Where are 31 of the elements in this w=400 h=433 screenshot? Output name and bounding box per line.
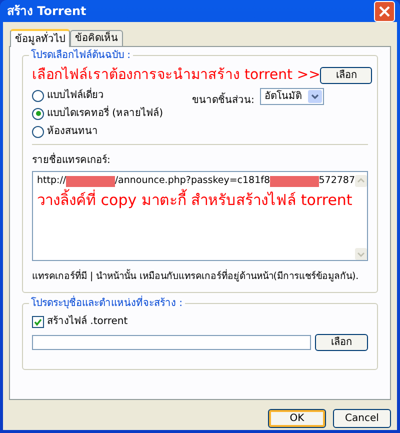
redaction-mark — [270, 176, 319, 186]
annotation-text: เลือกไฟล์เราต้องการจะนำมาสร้าง torrent >> — [32, 66, 320, 84]
browse-button[interactable]: เลือก — [320, 66, 372, 84]
dialog-button[interactable]: OK — [268, 409, 326, 428]
radio-label: ห้องสนทนา — [47, 124, 98, 139]
checkbox-label: สร้างไฟล์ .torrent — [47, 314, 128, 329]
redaction-mark — [66, 176, 115, 186]
tab[interactable]: ข้อคิดเห็น — [70, 30, 123, 46]
close-icon — [379, 6, 390, 16]
field-label: รายชื่อแทรคเกอร์: — [32, 153, 368, 168]
browse-button[interactable]: เลือก — [315, 334, 368, 351]
piece-size-dropdown[interactable]: อัตโนมัติ — [260, 88, 324, 105]
close-button[interactable] — [374, 0, 395, 22]
tracker-url-text: http:// — [37, 175, 66, 188]
dialog-button[interactable]: Cancel — [333, 409, 391, 428]
tracker-url-text: /announce.php?passkey=c181f8 — [114, 175, 270, 188]
radio-label: แบบไดเรคทอรี่ (หลายไฟล์) — [47, 106, 163, 121]
radio-button[interactable] — [32, 126, 44, 138]
radio-button[interactable] — [32, 90, 44, 102]
hint-text: แทรคเกอร์ที่มี | นำหน้านั้น เหมือนกับแทรคเกอร์ที่อยู่ด้านหน้า(มีการแชร์ข้อมูลกัน). — [32, 270, 360, 284]
annotation-text: วางลิ้งค์ที่ copy มาตะกี้ สำหรับสร้างไฟล์ torrent — [37, 191, 354, 209]
field-label: ขนาดชิ้นส่วน: — [192, 93, 254, 108]
tracker-url-text: 572787 — [318, 175, 355, 188]
radio-label: แบบไฟล์เดี่ยว — [47, 88, 104, 103]
group-legend: โปรดระบุชื่อและตำแหน่งที่จะสร้าง : — [29, 296, 185, 311]
checkbox[interactable] — [32, 316, 44, 328]
tab[interactable]: ข้อมูลทั่วไป — [10, 29, 70, 47]
radio-button[interactable] — [32, 108, 44, 120]
window-title: สร้าง Torrent — [7, 3, 88, 20]
output-path-field[interactable] — [32, 335, 311, 350]
checkmark-icon — [34, 318, 42, 326]
